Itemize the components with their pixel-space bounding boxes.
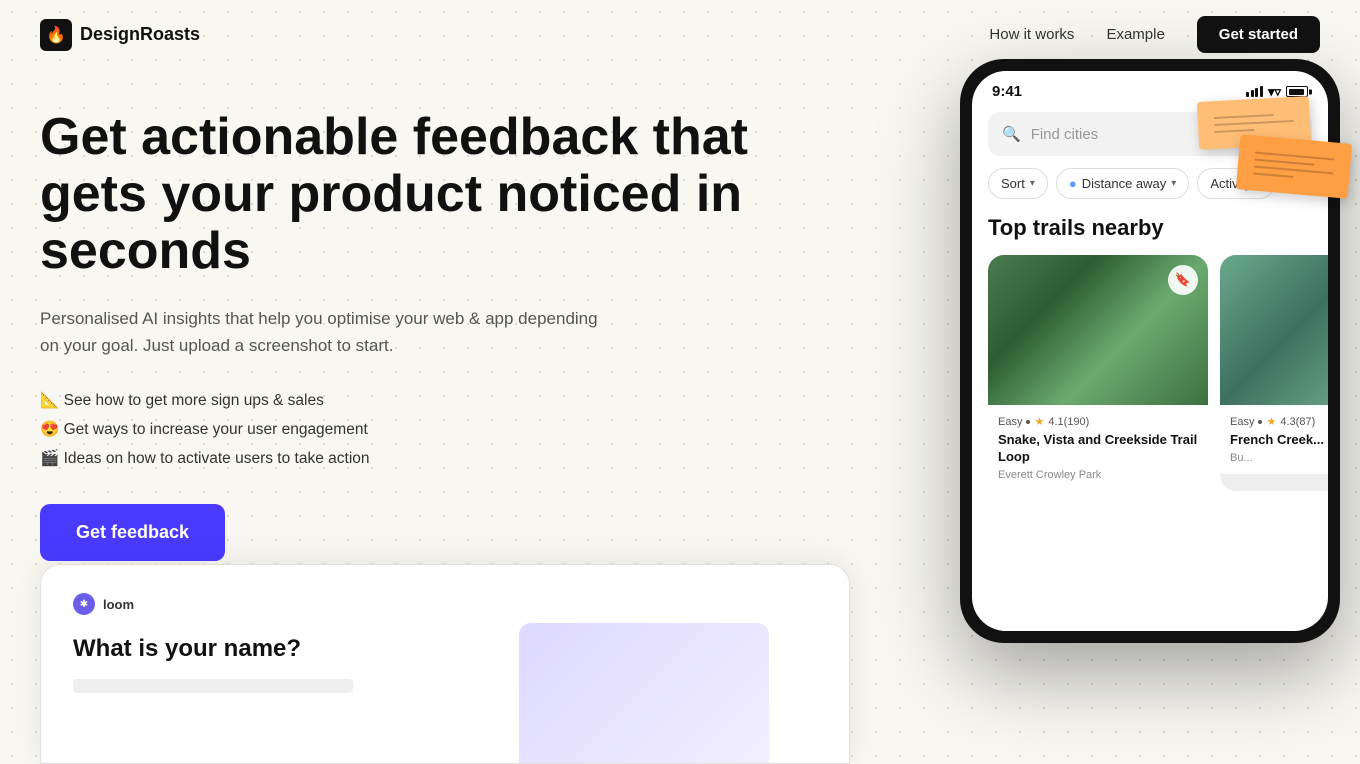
left-content: Get actionable feedback that gets your p… [40,89,900,621]
signal-bars-icon [1246,86,1263,97]
get-feedback-button[interactable]: Get feedback [40,504,225,561]
trail-1-name: Snake, Vista and Creekside Trail Loop [998,432,1198,466]
trail-card-2[interactable]: 🔖 Easy ★ 4.3(87) French Cree [1220,255,1328,491]
form-bg-shape [519,623,769,763]
trail-card-2-image: 🔖 [1220,255,1328,405]
hero-subtitle: Personalised AI insights that help you o… [40,305,620,359]
chip-distance-icon: ● [1069,176,1077,191]
trail-card-1-image: 🔖 [988,255,1208,405]
bullet-list: 📐 See how to get more sign ups & sales 😍… [40,391,900,468]
bullet-item-2: 😍 Get ways to increase your user engagem… [40,420,900,439]
nav-links: How it works Example Get started [989,16,1320,53]
bullet-item-1: 📐 See how to get more sign ups & sales [40,391,900,410]
trail-1-park: Everett Crowley Park [998,469,1198,481]
trail-card-1[interactable]: 🔖 Easy ★ 4.1(190) Snake, Vis [988,255,1208,491]
trail-1-difficulty-label: Easy [998,416,1022,428]
chip-sort-label: Sort [1001,176,1025,191]
bullet-icon-2: 😍 [40,421,59,438]
trail-2-difficulty-label: Easy [1230,416,1254,428]
trail-2-park: Bu... [1230,452,1328,464]
trail-1-stars: ★ [1034,415,1044,428]
trail-1-rating: 4.1(190) [1048,416,1089,428]
main-layout: Get actionable feedback that gets your p… [0,69,1360,621]
trail-cards: 🔖 Easy ★ 4.1(190) Snake, Vis [972,255,1328,491]
trail-card-1-info: Easy ★ 4.1(190) Snake, Vista and Creeksi… [988,405,1208,491]
trail-2-difficulty: Easy ★ 4.3(87) [1230,415,1328,428]
trail-2-stars: ★ [1266,415,1276,428]
logo-icon: 🔥 [40,19,72,51]
trail-2-rating: 4.3(87) [1280,416,1315,428]
hero-title: Get actionable feedback that gets your p… [40,109,820,281]
search-icon: 🔍 [1002,125,1021,143]
logo-text: DesignRoasts [80,24,200,45]
trail-2-name: French Creek... [1230,432,1328,449]
phone-mockup: 9:41 ▾▿ [940,59,1360,643]
chip-sort[interactable]: Sort ▾ [988,168,1048,199]
loom-icon: ✱ [73,593,95,615]
section-title: Top trails nearby [972,215,1328,241]
bullet-item-3: 🎬 Ideas on how to activate users to take… [40,449,900,468]
bullet-text-3: Ideas on how to activate users to take a… [64,450,370,467]
status-time: 9:41 [992,83,1022,100]
form-input-bar[interactable] [73,679,353,693]
bullet-text-1: See how to get more sign ups & sales [64,392,324,409]
chevron-down-icon: ▾ [1030,178,1035,189]
logo: 🔥 DesignRoasts [40,19,200,51]
trail-1-difficulty: Easy ★ 4.1(190) [998,415,1198,428]
loom-name: loom [103,597,134,612]
bottom-preview: ✱ loom What is your name? [40,564,850,764]
chevron-down-icon-2: ▾ [1171,178,1176,189]
trail-1-dot [1026,420,1030,424]
bullet-text-2: Get ways to increase your user engagemen… [64,421,368,438]
navbar: 🔥 DesignRoasts How it works Example Get … [0,0,1360,69]
loom-header: ✱ loom [73,593,817,615]
bullet-icon-1: 📐 [40,392,59,409]
sticky-note-1 [1236,134,1352,199]
nav-link-how-it-works[interactable]: How it works [989,26,1074,43]
nav-link-example[interactable]: Example [1106,26,1164,43]
chip-distance-label: Distance away [1082,176,1167,191]
nav-cta-button[interactable]: Get started [1197,16,1320,53]
save-trail-1-button[interactable]: 🔖 [1168,265,1198,295]
chip-distance[interactable]: ● Distance away ▾ [1056,168,1189,199]
trail-2-dot [1258,420,1262,424]
trail-card-2-info: Easy ★ 4.3(87) French Creek... Bu... [1220,405,1328,474]
bullet-icon-3: 🎬 [40,450,59,467]
